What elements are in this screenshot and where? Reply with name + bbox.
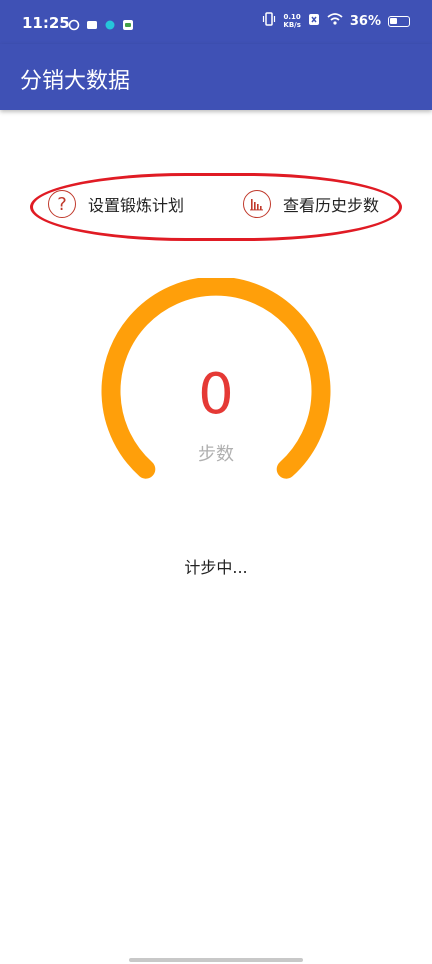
sync-icon (68, 16, 80, 31)
action-row-highlight: ? 设置锻炼计划 查看历史步数 (30, 173, 402, 241)
page-title: 分销大数据 (20, 69, 131, 94)
battery-percent: 36% (349, 13, 381, 29)
status-right: 0.10 KB/s 36% (262, 12, 410, 30)
app-notification-icon (104, 16, 116, 30)
history-steps-label: 查看历史步数 (283, 196, 380, 215)
bar-chart-icon (243, 190, 271, 218)
app-bar: 分销大数据 (0, 44, 432, 110)
chat-icon (122, 16, 134, 30)
counting-status: 计步中... (184, 558, 248, 577)
wifi-icon (327, 13, 343, 29)
question-icon: ? (48, 190, 76, 218)
net-speed: 0.10 KB/s (283, 13, 301, 29)
setup-plan-label: 设置锻炼计划 (88, 196, 185, 215)
status-bar: 11:25 0.10 KB/s 36% (0, 0, 432, 44)
mail-icon (86, 16, 98, 29)
history-steps-button[interactable]: 查看历史步数 (243, 190, 379, 218)
notification-icons (68, 16, 134, 31)
step-count-label: 步数 (198, 444, 234, 465)
setup-plan-button[interactable]: ? 设置锻炼计划 (48, 190, 184, 218)
sim-icon (308, 13, 320, 30)
battery-icon (388, 15, 410, 27)
home-indicator[interactable] (129, 958, 303, 962)
status-time: 11:25 (22, 14, 70, 32)
step-count: 0 (198, 362, 234, 427)
vibrate-icon (262, 12, 276, 30)
